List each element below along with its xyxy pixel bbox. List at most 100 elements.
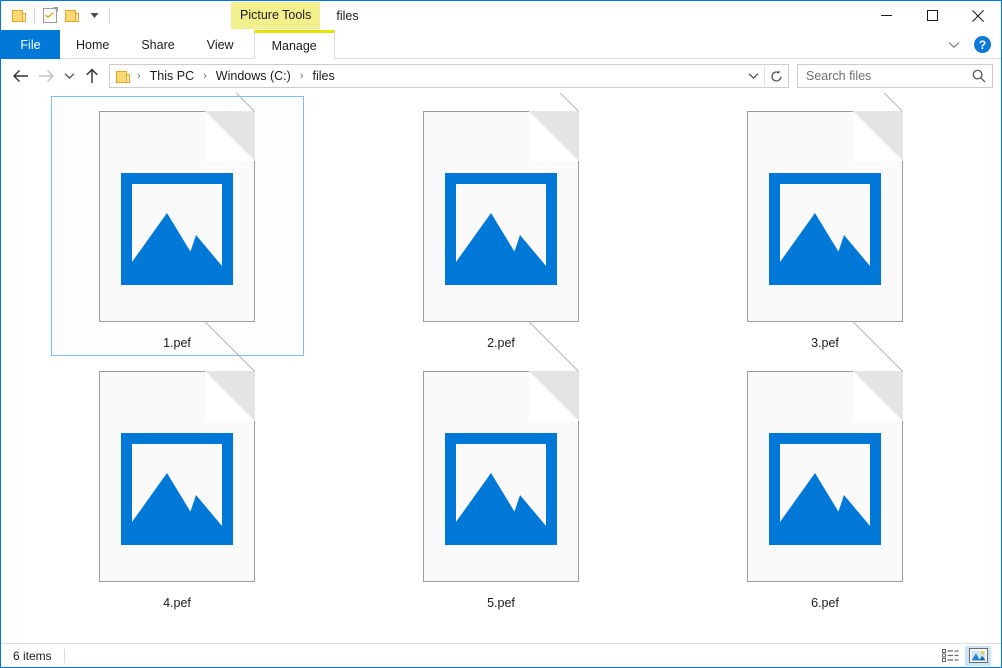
file-icon-pef bbox=[423, 320, 579, 582]
status-item-count-group: 6 items bbox=[13, 648, 65, 663]
chevron-down-icon bbox=[90, 13, 98, 18]
tab-view[interactable]: View bbox=[191, 30, 250, 59]
details-view-icon bbox=[941, 649, 958, 662]
breadcrumb: › This PC › Windows (C:) › files bbox=[116, 67, 742, 85]
file-name-label: 2.pef bbox=[487, 336, 515, 350]
window-title-group: Picture Tools files bbox=[231, 1, 359, 30]
file-tile[interactable]: 2.pef bbox=[375, 93, 628, 356]
page-fold-triangle bbox=[529, 371, 579, 421]
folder-glyph-2 bbox=[65, 9, 79, 22]
address-bar: › This PC › Windows (C:) › files bbox=[1, 59, 1001, 93]
file-tile[interactable]: 3.pef bbox=[699, 93, 952, 356]
picture-glyph-icon bbox=[445, 433, 557, 545]
breadcrumb-item-this-pc[interactable]: This PC bbox=[146, 67, 198, 85]
chevron-down-icon bbox=[64, 73, 74, 79]
breadcrumb-separator-2[interactable]: › bbox=[295, 70, 309, 82]
tab-share[interactable]: Share bbox=[125, 30, 190, 59]
minimize-icon bbox=[880, 15, 892, 16]
file-name-label: 3.pef bbox=[811, 336, 839, 350]
breadcrumb-bar[interactable]: › This PC › Windows (C:) › files bbox=[109, 64, 789, 88]
picture-glyph-icon bbox=[445, 173, 557, 285]
details-view-button[interactable] bbox=[937, 646, 963, 666]
recent-locations-button[interactable] bbox=[59, 63, 79, 89]
breadcrumb-separator-0[interactable]: › bbox=[132, 70, 146, 82]
qat-separator-2 bbox=[109, 8, 110, 23]
file-name-label: 6.pef bbox=[811, 596, 839, 610]
file-tile[interactable]: 6.pef bbox=[699, 320, 952, 616]
breadcrumb-folder-icon[interactable] bbox=[116, 70, 130, 83]
search-input[interactable] bbox=[806, 69, 972, 83]
page-fold-triangle bbox=[529, 111, 579, 161]
picture-glyph-icon bbox=[121, 433, 233, 545]
new-folder-icon[interactable] bbox=[8, 5, 30, 27]
contextual-tools-label: Picture Tools bbox=[231, 2, 321, 29]
page-fold-triangle bbox=[853, 371, 903, 421]
file-icon-pef bbox=[423, 93, 579, 322]
breadcrumb-item-windows-c[interactable]: Windows (C:) bbox=[212, 67, 295, 85]
page-fold-edge bbox=[852, 93, 903, 112]
back-button[interactable] bbox=[7, 63, 33, 89]
forward-arrow-icon bbox=[38, 70, 54, 82]
picture-glyph-icon bbox=[769, 433, 881, 545]
file-explorer-window: Picture Tools files File Home Share View… bbox=[0, 0, 1002, 668]
search-box[interactable] bbox=[797, 64, 993, 88]
page-fold-triangle bbox=[853, 111, 903, 161]
checkmark-icon bbox=[45, 12, 54, 18]
up-arrow-icon bbox=[86, 68, 98, 83]
status-bar: 6 items bbox=[1, 643, 1001, 667]
folder-icon[interactable] bbox=[61, 5, 83, 27]
large-icons-view-icon bbox=[968, 648, 988, 663]
address-dropdown-button[interactable] bbox=[742, 65, 764, 87]
search-icon[interactable] bbox=[972, 69, 986, 83]
chevron-down-icon bbox=[948, 41, 960, 48]
minimize-button[interactable] bbox=[863, 1, 909, 30]
properties-icon[interactable] bbox=[39, 5, 61, 27]
page-fold-triangle bbox=[205, 371, 255, 421]
properties-glyph bbox=[43, 7, 58, 23]
tab-home[interactable]: Home bbox=[60, 30, 125, 59]
tab-manage[interactable]: Manage bbox=[253, 30, 335, 60]
page-fold-edge bbox=[528, 93, 579, 112]
breadcrumb-item-files[interactable]: files bbox=[308, 67, 338, 85]
file-tile[interactable]: 4.pef bbox=[51, 320, 304, 616]
folder-glyph-3 bbox=[116, 70, 130, 83]
qat-separator-1 bbox=[34, 8, 35, 23]
up-button[interactable] bbox=[79, 63, 105, 89]
file-icon-pef bbox=[99, 93, 255, 322]
close-button[interactable] bbox=[955, 1, 1001, 30]
breadcrumb-separator-1[interactable]: › bbox=[198, 70, 212, 82]
refresh-button[interactable] bbox=[764, 65, 788, 87]
page-fold-edge bbox=[204, 93, 255, 112]
file-name-label: 4.pef bbox=[163, 596, 191, 610]
chevron-down-icon bbox=[748, 73, 758, 79]
maximize-icon bbox=[926, 10, 938, 21]
ribbon-right-controls: ? bbox=[944, 30, 995, 59]
file-list-view[interactable]: 1.pef 2.pef 3.pef 4.pef 5.pef 6.pef bbox=[1, 93, 1001, 643]
view-toggle-group bbox=[937, 645, 997, 666]
file-grid: 1.pef 2.pef 3.pef 4.pef 5.pef 6.pef bbox=[1, 93, 1001, 616]
ribbon-tab-strip: File Home Share View Manage ? bbox=[1, 30, 1001, 60]
folder-glyph bbox=[12, 9, 26, 22]
large-icons-view-button[interactable] bbox=[965, 645, 991, 666]
picture-glyph-icon bbox=[769, 173, 881, 285]
file-tile[interactable]: 5.pef bbox=[375, 320, 628, 616]
file-icon-pef bbox=[99, 320, 255, 582]
close-icon bbox=[972, 9, 984, 22]
customize-dropdown-icon[interactable] bbox=[83, 5, 105, 27]
maximize-button[interactable] bbox=[909, 1, 955, 30]
help-button[interactable]: ? bbox=[974, 36, 991, 53]
back-arrow-icon bbox=[12, 70, 28, 82]
file-tile[interactable]: 1.pef bbox=[50, 93, 304, 356]
tab-file[interactable]: File bbox=[1, 30, 60, 59]
title-bar: Picture Tools files bbox=[1, 1, 1001, 30]
picture-glyph-icon bbox=[121, 173, 233, 285]
collapse-ribbon-button[interactable] bbox=[944, 35, 964, 55]
refresh-icon bbox=[771, 69, 782, 82]
status-separator bbox=[63, 648, 65, 663]
status-item-count: 6 items bbox=[13, 648, 52, 663]
file-icon-pef bbox=[747, 93, 903, 322]
file-name-label: 1.pef bbox=[163, 336, 191, 350]
file-name-label: 5.pef bbox=[487, 596, 515, 610]
forward-button[interactable] bbox=[33, 63, 59, 89]
window-controls bbox=[863, 1, 1001, 30]
